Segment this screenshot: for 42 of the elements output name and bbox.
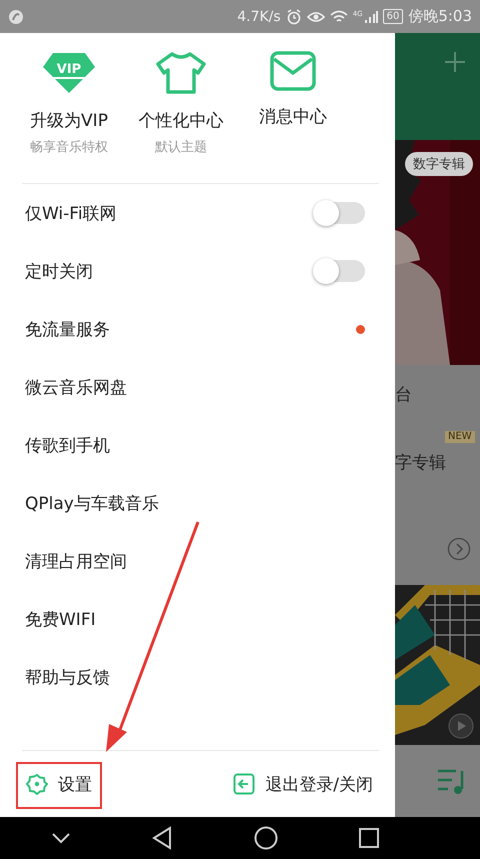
menu-item[interactable]: 微云音乐网盘 xyxy=(25,376,127,398)
category-label: 字专辑 xyxy=(395,452,446,474)
chevron-down-icon[interactable] xyxy=(50,832,71,844)
clock-time: 傍晚5:03 xyxy=(408,7,472,26)
battery-level: 60 xyxy=(382,9,404,24)
shortcut-title[interactable]: 消息中心 xyxy=(259,105,327,128)
shortcut-title[interactable]: 升级为VIP xyxy=(30,109,108,132)
menu-item[interactable]: 传歌到手机 xyxy=(25,434,110,456)
back-icon[interactable] xyxy=(152,826,172,850)
shirt-icon xyxy=(155,51,207,95)
network-speed: 4.7K/s xyxy=(237,8,281,24)
app-icon xyxy=(8,8,24,24)
menu-item[interactable]: 帮助与反馈 xyxy=(25,666,110,688)
diamond-icon: VIP xyxy=(41,51,97,95)
exit-icon xyxy=(233,773,256,795)
new-badge: NEW xyxy=(445,431,475,443)
envelope-icon xyxy=(270,51,316,91)
wifi-icon xyxy=(330,10,348,24)
chevron-circle-icon[interactable] xyxy=(447,537,471,561)
menu-item[interactable]: QPlay与车载音乐 xyxy=(25,492,159,514)
logout-button[interactable]: 退出登录/关闭 xyxy=(233,772,373,796)
eye-icon xyxy=(306,10,325,24)
recents-icon[interactable] xyxy=(359,828,380,848)
alarm-icon xyxy=(286,8,302,24)
category-label: 台 xyxy=(395,384,412,406)
play-icon[interactable] xyxy=(448,713,474,739)
settings-button[interactable]: 设置 xyxy=(26,772,92,796)
menu-item[interactable]: 清理占用空间 xyxy=(25,550,127,572)
toggle-switch[interactable] xyxy=(315,260,365,282)
settings-icon xyxy=(26,773,48,795)
toggle-switch[interactable] xyxy=(315,202,365,224)
shortcut-title[interactable]: 个性化中心 xyxy=(138,109,224,132)
menu-item[interactable]: 仅Wi-Fi联网 xyxy=(25,202,117,224)
album-tag: 数字专辑 xyxy=(405,152,473,176)
plus-icon[interactable] xyxy=(444,51,466,73)
home-icon[interactable] xyxy=(254,826,278,850)
menu-item[interactable]: 免流量服务 xyxy=(25,318,110,340)
menu-item[interactable]: 免费WIFI xyxy=(25,608,96,630)
shortcut-subtitle: 畅享音乐特权 xyxy=(30,139,108,156)
signal-icon xyxy=(364,10,378,24)
menu-item[interactable]: 定时关闭 xyxy=(25,260,93,282)
shortcut-subtitle: 默认主题 xyxy=(155,139,207,156)
